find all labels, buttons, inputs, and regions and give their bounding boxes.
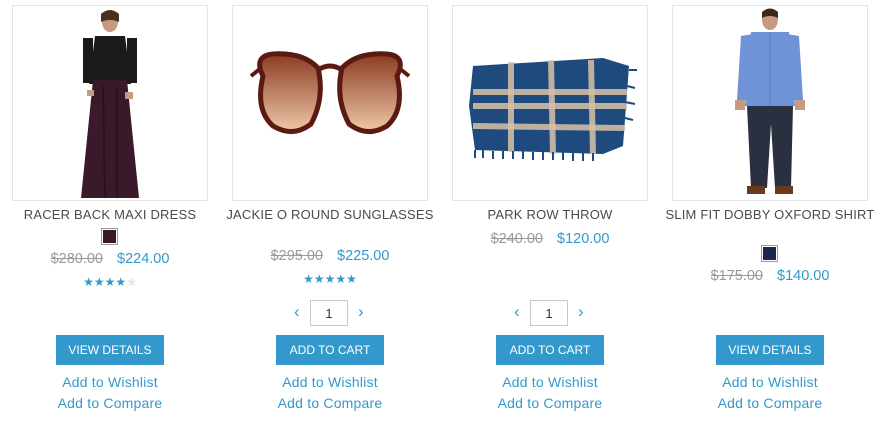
add-to-compare-link[interactable]: Add to Compare [12,394,208,412]
quantity-input[interactable] [310,300,348,326]
add-to-wishlist-link[interactable]: Add to Wishlist [672,373,868,391]
add-to-wishlist-link[interactable]: Add to Wishlist [12,373,208,391]
quantity-stepper: ‹ › [232,300,428,328]
product-name[interactable]: RACER BACK MAXI DRESS [2,206,218,223]
rating-stars: ★★★★★ [232,273,428,285]
color-swatch[interactable] [761,245,778,262]
round-sunglasses-photo [233,6,427,200]
add-to-cart-button[interactable]: ADD TO CART [276,335,384,365]
star-empty-icon: ★ [126,275,137,289]
special-price: $140.00 [777,268,830,284]
add-to-wishlist-link[interactable]: Add to Wishlist [232,373,428,391]
plaid-throw-blanket-photo [453,6,647,200]
view-details-button[interactable]: VIEW DETAILS [716,335,824,365]
man-in-blue-shirt-photo [673,6,867,200]
swatch-color-fill [763,247,776,260]
color-swatch[interactable] [101,228,118,245]
star-filled-icon: ★ [303,272,314,286]
price-box: $175.00 $140.00 [672,268,868,284]
star-filled-icon: ★ [93,275,105,289]
rating-stars: ★★★★★ [12,276,208,288]
chevron-left-icon[interactable]: ‹ [514,302,520,322]
price-box: $240.00 $120.00 [452,231,648,247]
star-filled-icon: ★ [115,275,127,289]
add-to-compare-link[interactable]: Add to Compare [452,394,648,412]
price-box: $295.00 $225.00 [232,248,428,264]
old-price: $240.00 [490,231,543,247]
star-filled-icon: ★ [313,272,325,286]
woman-in-maxi-dress-photo [13,6,207,200]
special-price: $120.00 [557,231,610,247]
star-filled-icon: ★ [104,275,116,289]
add-to-compare-link[interactable]: Add to Compare [232,394,428,412]
chevron-right-icon[interactable]: › [578,302,584,322]
special-price: $224.00 [117,251,170,267]
swatch-color-fill [103,230,116,243]
star-filled-icon: ★ [324,272,336,286]
add-to-cart-button[interactable]: ADD TO CART [496,335,604,365]
star-filled-icon: ★ [83,275,94,289]
star-filled-icon: ★ [346,272,357,286]
product-image[interactable] [232,5,428,201]
old-price: $280.00 [50,251,103,267]
quantity-stepper: ‹ › [452,300,648,328]
add-to-compare-link[interactable]: Add to Compare [672,394,868,412]
product-name[interactable]: JACKIE O ROUND SUNGLASSES [222,206,438,223]
product-image[interactable] [452,5,648,201]
price-box: $280.00 $224.00 [12,251,208,267]
chevron-right-icon[interactable]: › [358,302,364,322]
product-name[interactable]: SLIM FIT DOBBY OXFORD SHIRT [662,206,878,223]
chevron-left-icon[interactable]: ‹ [294,302,300,322]
old-price: $295.00 [270,248,323,264]
view-details-button[interactable]: VIEW DETAILS [56,335,164,365]
product-image[interactable] [12,5,208,201]
old-price: $175.00 [710,268,763,284]
star-filled-icon: ★ [335,272,347,286]
quantity-input[interactable] [530,300,568,326]
product-image[interactable] [672,5,868,201]
add-to-wishlist-link[interactable]: Add to Wishlist [452,373,648,391]
product-name[interactable]: PARK ROW THROW [442,206,658,223]
special-price: $225.00 [337,248,390,264]
